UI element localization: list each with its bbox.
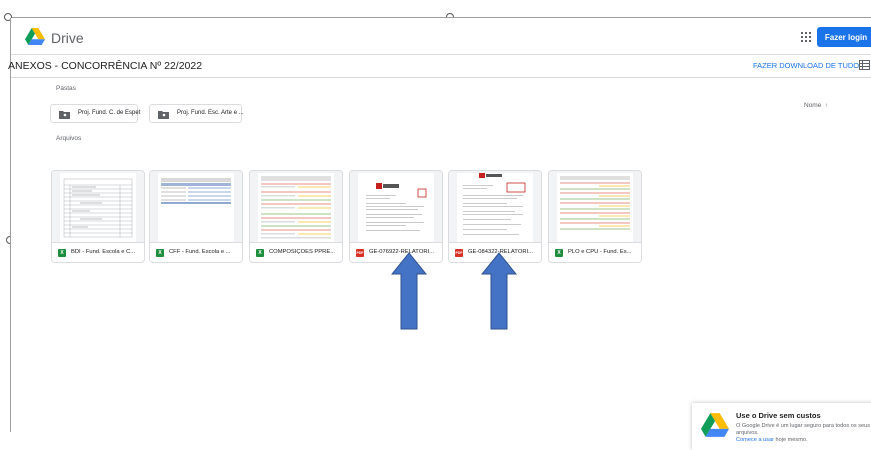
file-info-bar: X PLO e CPU - Fund. Es... (549, 242, 641, 262)
spreadsheet-preview (557, 173, 633, 242)
promo-notification: Use o Drive sem custos O Google Drive é … (692, 403, 871, 450)
sort-arrow-icon: ↑ (824, 102, 829, 109)
file-thumbnail (52, 171, 144, 242)
promo-link-suffix: hoje mesmo. (773, 437, 808, 443)
spreadsheet-preview (258, 173, 334, 242)
apps-grid-icon[interactable] (798, 29, 814, 45)
download-all-button[interactable]: FAZER DOWNLOAD DE TUDO (753, 61, 859, 70)
promo-title: Use o Drive sem custos (736, 411, 821, 420)
file-card[interactable]: X PLO e CPU - Fund. Es... (548, 170, 642, 263)
file-thumbnail (549, 171, 641, 242)
folder-item[interactable]: Proj. Fund. Esc. Arte e ... (149, 104, 244, 123)
page-title: ANEXOS - CONCORRÊNCIA Nº 22/2022 (8, 60, 203, 72)
file-card[interactable]: PDF GE-084322-RELATÓRI... (448, 170, 542, 263)
list-view-icon[interactable] (859, 60, 870, 70)
file-name: COMPOSIÇÕES PPRE... (269, 249, 336, 255)
folder-item[interactable]: Proj. Fund. C. de Espet (50, 104, 141, 123)
file-card[interactable]: X CFF - Fund. Escola e ... (149, 170, 243, 263)
drive-page: Drive Fazer login ANEXOS - CONCORRÊNCIA … (8, 18, 871, 450)
arrow-up-annotation (391, 252, 427, 330)
shared-folder-icon (59, 111, 70, 119)
excel-icon: X (555, 249, 563, 257)
spreadsheet-preview (60, 173, 136, 242)
app-name[interactable]: Drive (51, 30, 84, 46)
pdf-icon: PDF (455, 249, 463, 257)
excel-icon: X (58, 249, 66, 257)
arrow-up-annotation (481, 252, 517, 330)
login-button[interactable]: Fazer login (817, 27, 871, 47)
file-thumbnail (250, 171, 342, 242)
promo-text: O Google Drive é um lugar seguro para to… (736, 423, 871, 436)
google-drive-logo-icon[interactable] (25, 28, 45, 45)
file-thumbnail (350, 171, 442, 242)
spreadsheet-preview (158, 173, 234, 242)
files-label: Arquivos (56, 135, 82, 142)
file-card[interactable]: PDF GE-076922-RELATÓRI... (349, 170, 443, 263)
folders-label: Pastas (56, 85, 76, 92)
file-thumbnail (449, 171, 541, 242)
excel-icon: X (256, 249, 264, 257)
file-info-bar: X BDI - Fund. Escola e C... (52, 242, 144, 262)
excel-icon: X (156, 249, 164, 257)
pdf-icon: PDF (356, 249, 364, 257)
pdf-preview (457, 173, 533, 242)
sort-by-name-button[interactable]: Nome ↑ (804, 102, 828, 109)
file-thumbnail (150, 171, 242, 242)
folder-name: Proj. Fund. Esc. Arte e ... (177, 110, 244, 116)
folder-name: Proj. Fund. C. de Espet (78, 110, 141, 116)
google-drive-logo-icon (701, 413, 729, 437)
file-name: PLO e CPU - Fund. Es... (568, 249, 632, 255)
file-info-bar: X CFF - Fund. Escola e ... (150, 242, 242, 262)
get-started-link[interactable]: Comece a usar (736, 437, 774, 443)
pdf-preview (358, 173, 434, 242)
top-bar: Drive Fazer login (11, 18, 871, 54)
file-name: BDI - Fund. Escola e C... (71, 249, 136, 255)
file-name: CFF - Fund. Escola e ... (169, 249, 231, 255)
shared-folder-icon (158, 111, 169, 119)
file-card[interactable]: X BDI - Fund. Escola e C... (51, 170, 145, 263)
sort-label: Nome (804, 102, 822, 109)
promo-body: O Google Drive é um lugar seguro para to… (736, 423, 871, 444)
file-card[interactable]: X COMPOSIÇÕES PPRE... (249, 170, 343, 263)
file-info-bar: X COMPOSIÇÕES PPRE... (250, 242, 342, 262)
folder-title-bar: ANEXOS - CONCORRÊNCIA Nº 22/2022 FAZER D… (8, 54, 871, 78)
